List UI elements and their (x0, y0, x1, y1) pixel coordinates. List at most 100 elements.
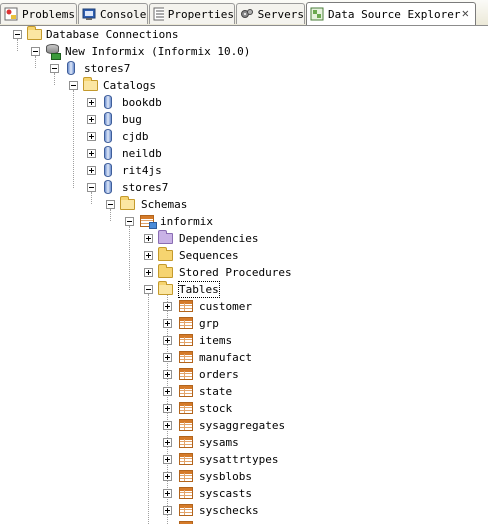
expand-icon[interactable] (163, 404, 172, 413)
tab-properties[interactable]: Properties (149, 3, 235, 24)
servers-icon (241, 9, 253, 18)
tree-node-label: Dependencies (179, 232, 259, 245)
tree-node-label: orders (199, 368, 239, 381)
table-icon (178, 452, 194, 466)
folder-open-icon (120, 196, 136, 211)
tree-node-tables[interactable]: Tables (0, 281, 300, 298)
tree-node-table[interactable]: sysaggregates (0, 417, 300, 434)
expand-icon[interactable] (163, 421, 172, 430)
tree-node-table-partial[interactable] (0, 519, 300, 524)
tree-node-dependencies[interactable]: Dependencies (0, 230, 300, 247)
tree-node-stored-procedures[interactable]: Stored Procedures (0, 264, 300, 281)
table-icon (178, 384, 194, 398)
expand-icon[interactable] (163, 353, 172, 362)
tree-node-label: bookdb (122, 96, 162, 109)
tree-node-label: sysattrtypes (199, 453, 279, 466)
close-tab-icon[interactable]: ✕ (462, 6, 469, 20)
folder-icon (158, 247, 174, 262)
tree-node-label: New Informix (Informix 10.0) (65, 45, 251, 58)
expand-icon[interactable] (87, 98, 96, 107)
expand-icon[interactable] (163, 472, 172, 481)
tree-node-table[interactable]: stock (0, 400, 300, 417)
tree-node-table[interactable]: sysattrtypes (0, 451, 300, 468)
table-icon (178, 469, 194, 483)
tree-node-label: informix (160, 215, 213, 228)
schema-icon (139, 214, 157, 229)
tree-node-label: stock (199, 402, 233, 415)
tree-node-table[interactable]: sysblobs (0, 468, 300, 485)
tree-node-label: sysaggregates (199, 419, 286, 432)
tree-node-catalog[interactable]: bug (0, 111, 300, 128)
expand-icon[interactable] (163, 319, 172, 328)
expand-icon[interactable] (163, 370, 172, 379)
folder-icon (158, 230, 174, 245)
expand-icon[interactable] (163, 387, 172, 396)
tree-node-table[interactable]: syschecks (0, 502, 300, 519)
collapse-icon[interactable] (144, 285, 153, 294)
expand-icon[interactable] (144, 268, 153, 277)
expand-icon[interactable] (163, 336, 172, 345)
tree-node-catalog[interactable]: rit4js (0, 162, 300, 179)
table-icon (178, 316, 194, 330)
expand-icon[interactable] (87, 149, 96, 158)
tree-node-database-connections[interactable]: Database Connections (0, 26, 300, 43)
database-icon (101, 129, 117, 143)
tab-data-source-explorer[interactable]: Data Source Explorer ✕ (306, 2, 476, 25)
tree-node-table[interactable]: syscasts (0, 485, 300, 502)
collapse-icon[interactable] (125, 217, 134, 226)
tree-node-sequences[interactable]: Sequences (0, 247, 300, 264)
tree-node-table[interactable]: state (0, 383, 300, 400)
tree-node-schemas[interactable]: Schemas (0, 196, 300, 213)
problems-icon (4, 7, 18, 21)
expand-icon[interactable] (163, 302, 172, 311)
tab-label: Properties (167, 7, 234, 21)
tree-node-label: bug (122, 113, 142, 126)
tree-node-table[interactable]: customer (0, 298, 300, 315)
expand-icon[interactable] (87, 115, 96, 124)
database-server-icon (45, 44, 61, 60)
tree-node-table[interactable]: items (0, 332, 300, 349)
data-source-tree: Database Connections New Informix (Infor… (0, 26, 488, 524)
tab-problems[interactable]: Problems (0, 3, 77, 24)
collapse-icon[interactable] (31, 47, 40, 56)
tree-node-table[interactable]: manufact (0, 349, 300, 366)
tree-node-catalog[interactable]: stores7 (0, 179, 300, 196)
table-icon (178, 367, 194, 381)
tree-node-label: sysblobs (199, 470, 252, 483)
expand-icon[interactable] (87, 132, 96, 141)
tree-node-table[interactable]: sysams (0, 434, 300, 451)
collapse-icon[interactable] (50, 64, 59, 73)
expand-icon[interactable] (163, 506, 172, 515)
tree-node-label: customer (199, 300, 252, 313)
expand-icon[interactable] (144, 251, 153, 260)
expand-icon[interactable] (163, 438, 172, 447)
tree-node-table[interactable]: orders (0, 366, 300, 383)
tree-node-label: stores7 (84, 62, 131, 75)
tree-node-catalog[interactable]: neildb (0, 145, 300, 162)
tree-node-label: grp (199, 317, 219, 330)
tree-node-table[interactable]: grp (0, 315, 300, 332)
expand-icon[interactable] (163, 489, 172, 498)
tree-node-catalogs[interactable]: Catalogs (0, 77, 300, 94)
collapse-icon[interactable] (69, 81, 78, 90)
collapse-icon[interactable] (87, 183, 96, 192)
tree-node-catalog[interactable]: bookdb (0, 94, 300, 111)
table-icon (178, 503, 194, 517)
tree-node-label: Schemas (141, 198, 188, 211)
table-icon (178, 350, 194, 364)
tree-node-label: sysams (199, 436, 239, 449)
tab-console[interactable]: Console (78, 3, 148, 24)
table-icon (178, 299, 194, 313)
collapse-icon[interactable] (106, 200, 115, 209)
tree-node-database[interactable]: stores7 (0, 60, 300, 77)
tree-node-schema[interactable]: informix (0, 213, 300, 230)
database-icon (101, 163, 117, 177)
tree-node-label: Stored Procedures (179, 266, 292, 279)
expand-icon[interactable] (144, 234, 153, 243)
tab-servers[interactable]: Servers (236, 3, 305, 24)
tree-node-catalog[interactable]: cjdb (0, 128, 300, 145)
expand-icon[interactable] (87, 166, 96, 175)
expand-icon[interactable] (163, 455, 172, 464)
tree-node-connection[interactable]: New Informix (Informix 10.0) (0, 43, 300, 60)
collapse-icon[interactable] (13, 30, 22, 39)
